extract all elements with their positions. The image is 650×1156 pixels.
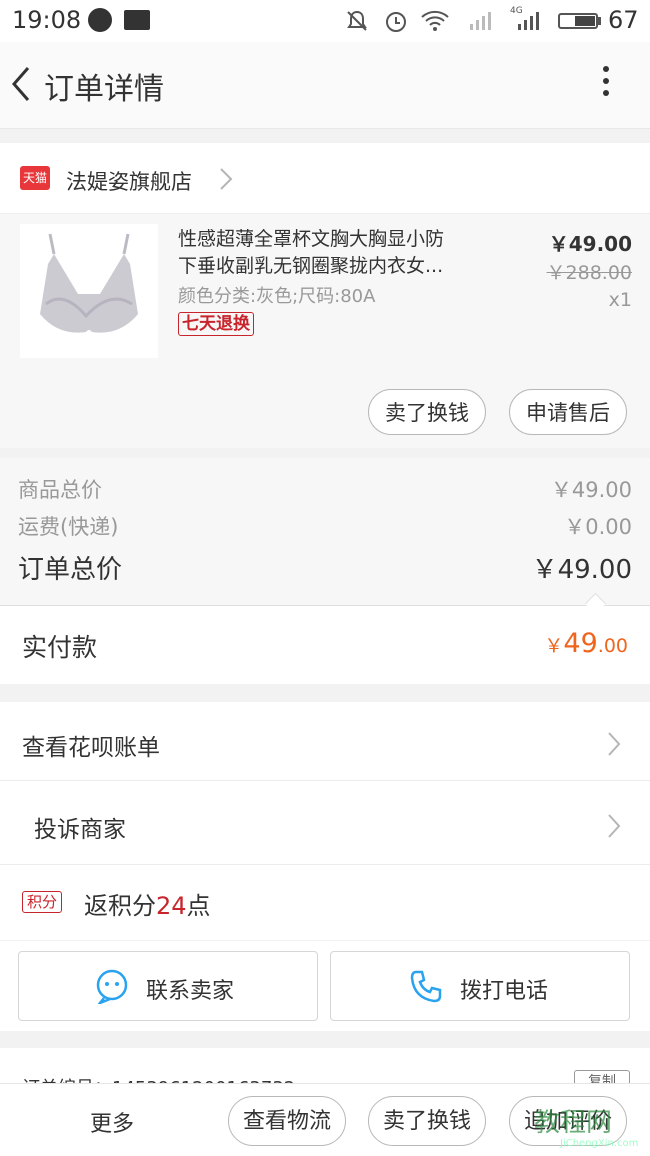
contact-seller-label: 联系卖家 (146, 979, 235, 1004)
product-quantity: x1 (608, 289, 632, 311)
points-reward: 返积分24点 (84, 886, 211, 921)
points-value: 24 (156, 892, 187, 920)
battery-tip (598, 17, 601, 25)
phone-icon (410, 970, 442, 1003)
alarm-icon (386, 12, 406, 32)
shipping-value: ￥0.00 (564, 515, 632, 539)
product-image[interactable] (20, 224, 158, 358)
signal-icon-2 (518, 12, 539, 30)
paid-integer: 49 (563, 628, 598, 659)
page-title: 订单详情 (44, 72, 164, 107)
signal-icon-1 (470, 12, 491, 30)
goods-total-label: 商品总价 (18, 478, 102, 502)
points-badge: 积分 (22, 891, 63, 913)
call-phone-label: 拨打电话 (460, 979, 549, 1004)
seven-day-return-tag: 七天退换 (178, 312, 254, 336)
product-title[interactable]: 性感超薄全罩杯文胸大胸显小防 下垂收副乳无钢圈聚拢内衣女... (178, 226, 488, 280)
status-time: 19:08 (12, 6, 82, 34)
original-price: ￥288.00 (546, 262, 632, 284)
watermark: 教程网 (534, 1108, 613, 1138)
paid-currency: ￥ (544, 635, 564, 657)
points-prefix: 返积分 (84, 892, 156, 920)
points-suffix: 点 (186, 892, 211, 920)
order-total-value: ￥49.00 (531, 555, 632, 585)
chat-bubble-icon (96, 969, 128, 1004)
wifi-icon (421, 10, 449, 31)
shipping-label: 运费(快递) (18, 515, 119, 539)
back-arrow-icon[interactable] (8, 64, 34, 104)
view-logistics-button[interactable]: 查看物流 (228, 1096, 346, 1146)
huabei-bill-label: 查看花呗账单 (22, 735, 160, 761)
product-spec: 颜色分类:灰色;尺码:80A (178, 286, 376, 307)
mute-icon (347, 10, 367, 31)
chevron-right-icon (220, 168, 233, 190)
chevron-right-icon (608, 814, 621, 838)
order-total-label: 订单总价 (18, 555, 123, 585)
complain-label: 投诉商家 (34, 817, 126, 843)
paid-decimal: .00 (597, 635, 628, 657)
sell-item-button[interactable]: 卖了换钱 (368, 389, 486, 435)
product-price: ￥49.00 (548, 232, 632, 256)
product-title-line2: 下垂收副乳无钢圈聚拢内衣女... (178, 255, 444, 277)
tmall-badge: 天猫 (20, 166, 50, 190)
product-title-line1: 性感超薄全罩杯文胸大胸显小防 (178, 228, 445, 250)
sell-button[interactable]: 卖了换钱 (368, 1096, 486, 1146)
more-options-icon[interactable] (598, 66, 614, 102)
battery-percent: 67 (608, 6, 639, 34)
paid-label: 实付款 (22, 633, 98, 662)
watermark-sub: JiChengXin.com (560, 1138, 639, 1149)
goods-total-value: ￥49.00 (550, 478, 632, 502)
more-button[interactable]: 更多 (90, 1106, 134, 1138)
sync-icon (88, 8, 112, 32)
chevron-right-icon (608, 732, 621, 756)
paid-amount: ￥49.00 (544, 628, 628, 659)
battery-icon (558, 13, 598, 29)
after-sale-button[interactable]: 申请售后 (509, 389, 627, 435)
image-icon (124, 10, 150, 30)
shop-name[interactable]: 法媞姿旗舰店 (66, 166, 192, 196)
